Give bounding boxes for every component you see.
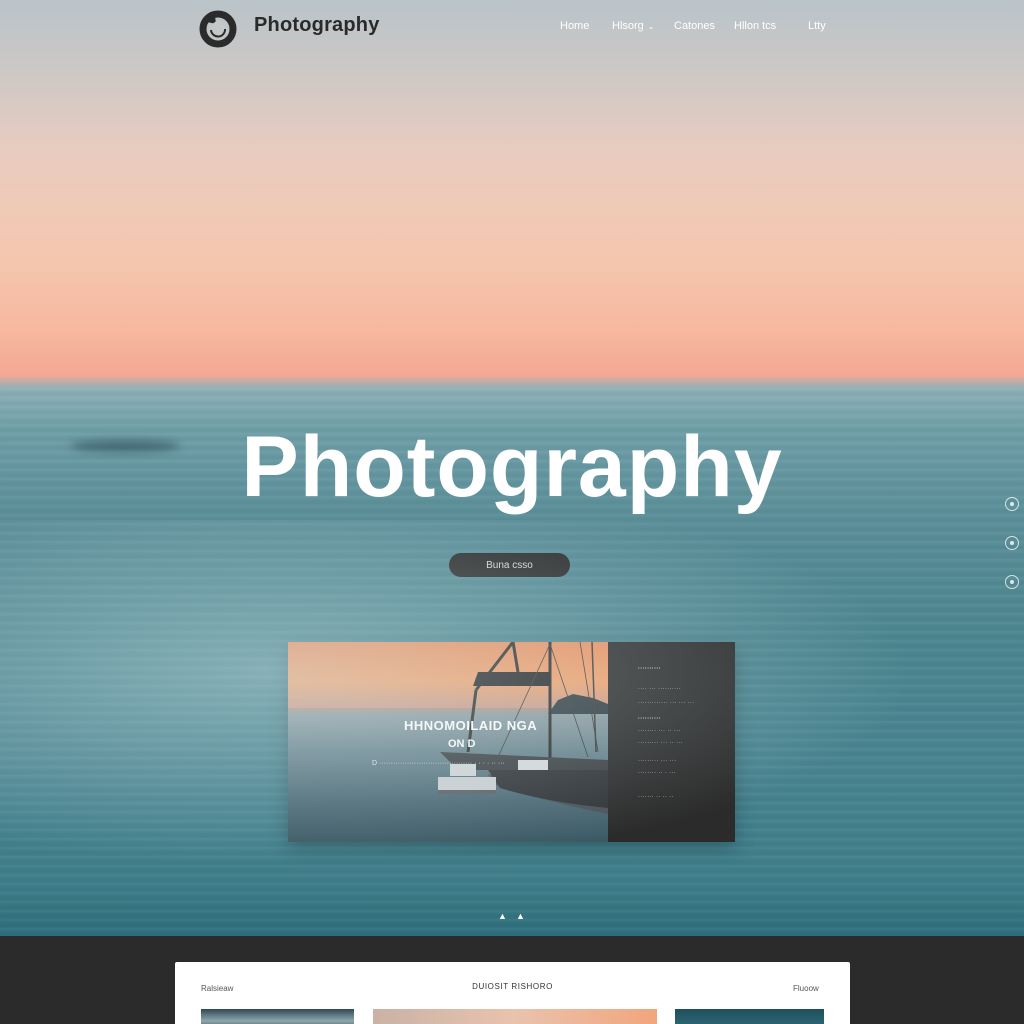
nav-item-hllon[interactable]: Hllon tcs [734,20,776,32]
side-nav-dot-icon[interactable] [1005,497,1019,511]
section-right-link[interactable]: Fluoow [793,984,819,993]
nav-item-catones[interactable]: Catones [674,20,715,32]
thumbnail[interactable] [373,1009,657,1024]
side-nav-dot-icon[interactable] [1005,536,1019,550]
recent-section: Ralsieaw DUIOSIT RISHORO Fluoow [175,962,850,1024]
sailboat-photo: HHNOMOILAID NGA ON D D ·················… [288,642,608,842]
nav-item-home[interactable]: Home [560,20,589,32]
card-caption: D ······································… [372,760,505,767]
panel-row: ·········· [638,716,661,722]
panel-row: ······· ·· ·· ·· [638,794,674,800]
section-title: DUIOSIT RISHORO [472,982,553,991]
pager-dot[interactable]: ▲ [498,911,507,921]
panel-row: ········· ··· ·· ··· [638,740,683,746]
panel-row: ········ ··· ·· ··· [638,728,681,734]
nav-item-hlsorg[interactable]: Hlsorg ⌄ [612,20,655,32]
card-info-panel: ·········· ···· ··· ·········· ·········… [608,642,735,842]
panel-row: ········· ··· ··· [638,758,677,764]
chevron-down-icon: ⌄ [647,22,655,31]
side-nav-dot-icon[interactable] [1005,575,1019,589]
card-title: HHNOMOILAID NGA [404,718,538,733]
cta-button[interactable]: Buna csso [449,553,570,577]
pager-dot[interactable]: ▲ [516,911,525,921]
panel-row: ·········· [638,666,661,672]
brand-name[interactable]: Photography [254,14,380,37]
panel-row: ········ ·· · ··· [638,770,677,776]
hero-title: Photography [241,419,783,515]
thumbnail[interactable] [201,1009,354,1024]
feature-card[interactable]: HHNOMOILAID NGA ON D D ·················… [288,642,735,842]
hero-section: Photography Home Hlsorg ⌄ Catones Hllon t… [0,0,1024,936]
panel-row: ···· ··· ·········· [638,686,682,692]
thumbnail[interactable] [675,1009,824,1024]
panel-row: ············· ··· ··· ··· [638,700,695,706]
logo-ring-icon[interactable] [198,8,238,48]
card-subtitle: ON D [448,738,476,750]
nav-item-ltty[interactable]: Ltty [808,20,826,32]
